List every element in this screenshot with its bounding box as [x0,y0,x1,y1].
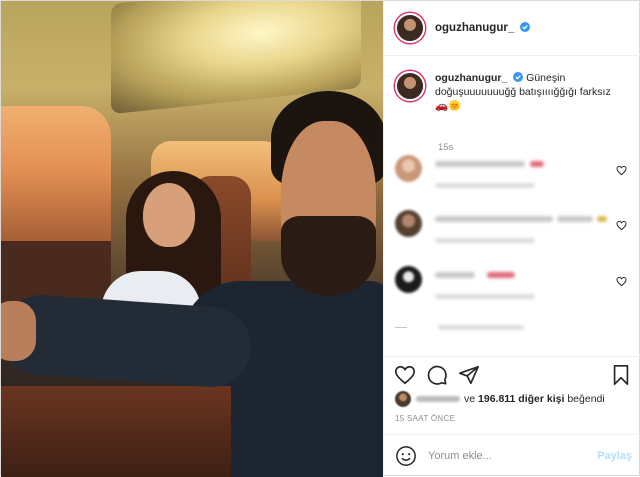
likes-suffix: beğendi [567,393,605,405]
commenter-avatar[interactable] [395,210,422,237]
commenter-avatar[interactable] [395,266,422,293]
caption-username[interactable]: oguzhanugur_ [435,72,507,84]
emoji-icon[interactable] [395,445,417,467]
verified-badge-icon [520,22,531,32]
comment-input[interactable] [428,450,593,462]
instagram-post-modal: oguzhanugur_ oguzhanugur_ Güneşin doğuşu… [0,0,640,477]
comments-section: oguzhanugur_ Güneşin doğuşuuuuuuuğğ batı… [384,57,640,355]
post-timestamp: 15 SAAT ÖNCE [395,414,456,423]
post-comment-button[interactable]: Paylaş [597,450,632,462]
username-text[interactable]: oguzhanugur_ [435,22,514,34]
comment-meta-blurred [435,238,535,243]
comment-text-blurred [435,272,475,278]
view-replies-blurred[interactable] [438,325,524,330]
post-header: oguzhanugur_ [384,1,640,56]
list-item [395,266,631,306]
man-hand [1,301,36,361]
list-item [395,155,631,195]
liker-name-blurred[interactable] [416,396,460,402]
comment-text-blurred [435,216,553,222]
comment-meta-blurred [435,294,535,299]
comment-text-blurred [435,161,525,167]
caption-text: oguzhanugur_ Güneşin doğuşuuuuuuuğğ batı… [435,71,625,113]
comment-emoji-blurred [530,161,544,167]
heart-icon[interactable] [616,276,627,287]
comment-emoji-blurred [597,216,607,222]
man-beard [281,216,376,296]
caption-time: 15s [438,142,454,153]
car-window [1,106,111,246]
likes-prefix: ve [464,393,476,405]
liker-avatar[interactable] [395,391,411,407]
header-username[interactable]: oguzhanugur_ [435,22,531,34]
heart-icon[interactable] [616,165,627,176]
comment-icon[interactable] [426,364,448,386]
man-arm [1,292,254,390]
woman-face [143,183,195,247]
commenter-avatar[interactable] [395,155,422,182]
post-sidebar: oguzhanugur_ oguzhanugur_ Güneşin doğuşu… [383,1,640,477]
view-replies-line [395,327,407,328]
comment-emoji-blurred [487,272,515,278]
bookmark-icon[interactable] [610,364,632,386]
comment-meta-blurred [435,183,535,188]
likes-count[interactable]: 196.811 diğer kişi [478,393,564,405]
share-icon[interactable] [458,364,480,386]
car-seat-lower [1,386,231,477]
likes-summary: ve 196.811 diğer kişi beğendi [395,391,635,407]
avatar[interactable] [395,13,425,43]
caption-avatar[interactable] [395,71,425,101]
list-item [395,210,631,250]
action-bar [384,356,640,390]
heart-icon[interactable] [616,220,627,231]
post-caption: oguzhanugur_ Güneşin doğuşuuuuuuuğğ batı… [395,71,631,153]
post-photo[interactable] [1,1,383,477]
comment-text-blurred [557,216,593,222]
heart-icon[interactable] [394,364,416,386]
verified-badge-icon [513,72,524,82]
comment-form: Paylaş [384,434,640,477]
